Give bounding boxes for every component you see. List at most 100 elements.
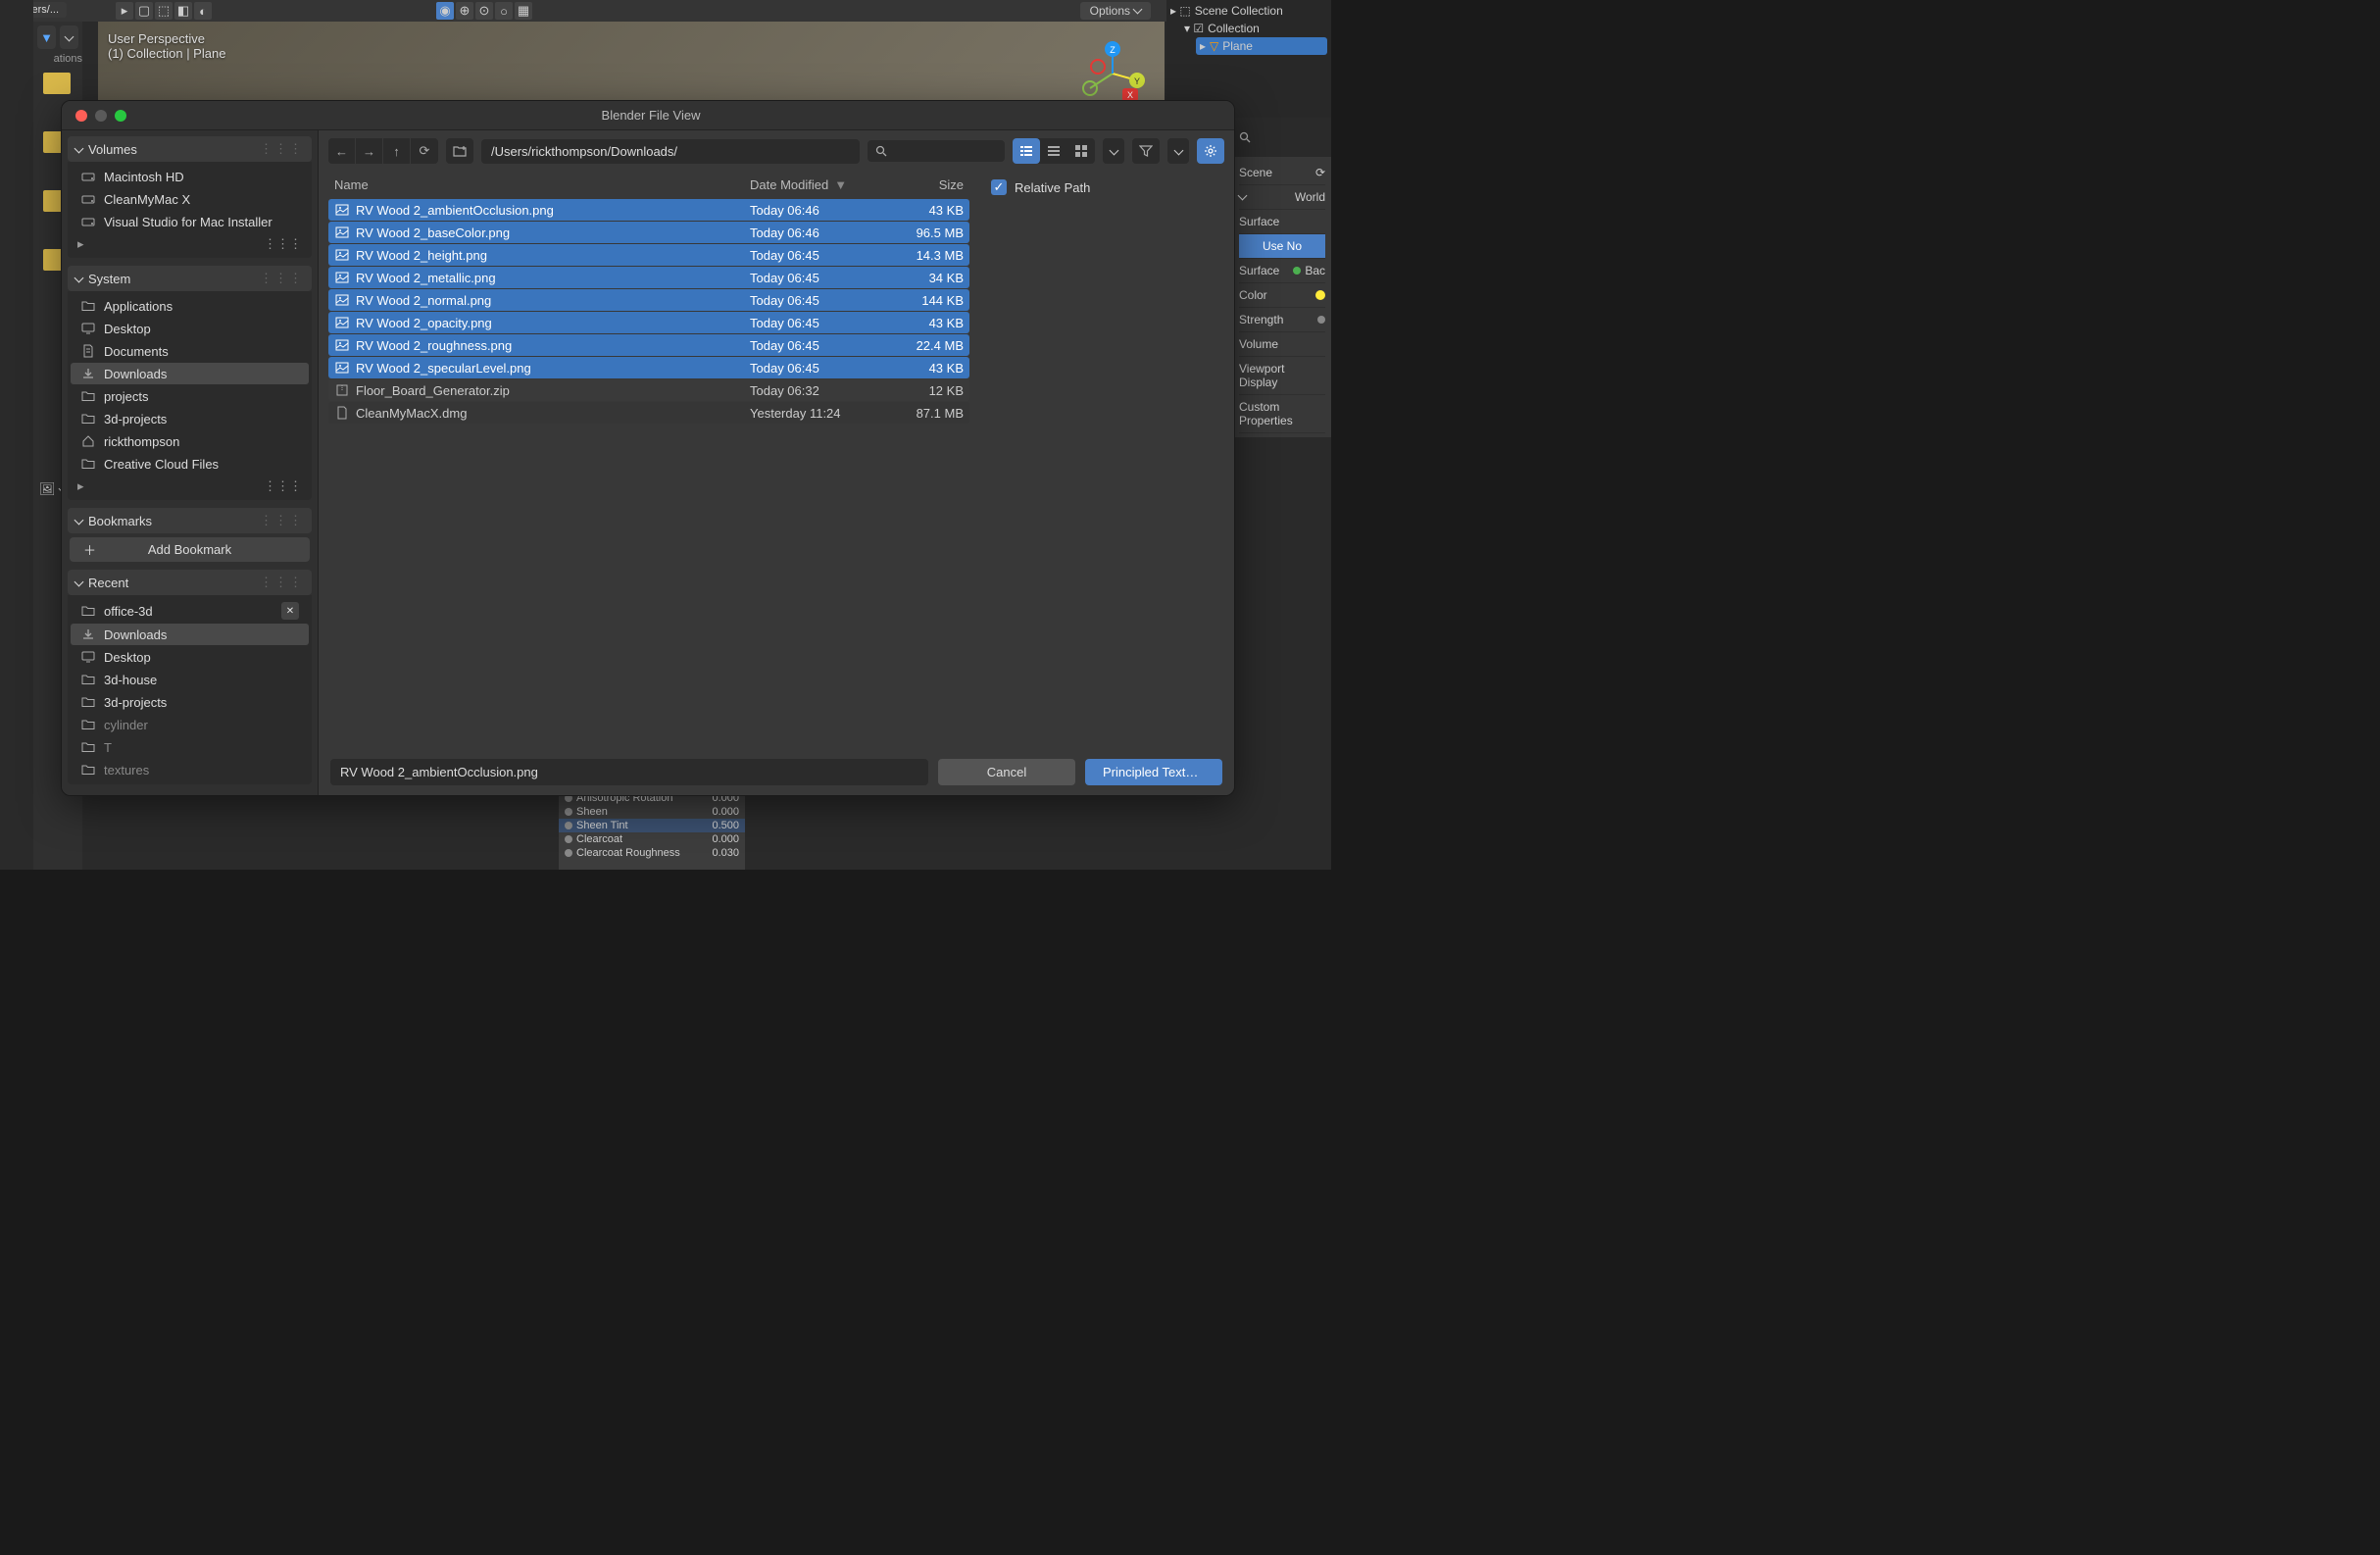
sidebar-item-desktop[interactable]: Desktop [71,318,309,339]
tool-icon[interactable]: ▦ [515,2,532,20]
file-row[interactable]: RV Wood 2_specularLevel.png Today 06:45 … [328,357,969,378]
world-row[interactable]: World [1239,185,1325,210]
select-box-icon[interactable]: ▢ [135,2,153,20]
cancel-button[interactable]: Cancel [938,759,1075,785]
expand-row[interactable]: ▸⋮⋮⋮ [68,476,312,497]
globe-icon[interactable]: ⊕ [456,2,473,20]
proportional-icon[interactable]: ○ [495,2,513,20]
file-row[interactable]: RV Wood 2_roughness.png Today 06:45 22.4… [328,334,969,356]
relative-path-checkbox[interactable]: ✓ Relative Path [991,179,1222,195]
sidebar-item-downloads[interactable]: Downloads [71,363,309,384]
new-folder-button[interactable] [446,138,473,164]
sidebar-item-desktop[interactable]: Desktop [71,646,309,668]
minimize-button[interactable] [95,110,107,122]
remove-icon[interactable]: ✕ [281,602,299,620]
sidebar-item-documents[interactable]: Documents [71,340,309,362]
sidebar-item-applications[interactable]: Applications [71,295,309,317]
sidebar-item-3d-projects[interactable]: 3d-projects [71,691,309,713]
strength-row[interactable]: Strength [1239,308,1325,332]
confirm-button[interactable]: Principled Texture Set... [1085,759,1222,785]
sidebar-item-t[interactable]: T [71,736,309,758]
file-main: ← → ↑ ⟳ /Users/rickthompson/Downloads/ [319,130,1234,795]
file-toolbar: ← → ↑ ⟳ /Users/rickthompson/Downloads/ [319,130,1234,172]
sidebar-item-visual-studio-for-mac-installer[interactable]: Visual Studio for Mac Installer [71,211,309,232]
file-row[interactable]: RV Wood 2_opacity.png Today 06:45 43 KB [328,312,969,333]
filter-button[interactable] [1132,138,1160,164]
surface-row[interactable]: SurfaceBac [1239,259,1325,283]
column-size[interactable]: Size [883,177,964,192]
settings-button[interactable] [1197,138,1224,164]
outliner-row-selected[interactable]: ▸ ▽ Plane [1196,37,1327,55]
section-header-recent[interactable]: Recent⋮⋮⋮ [68,570,312,595]
add-bookmark-button[interactable]: ＋Add Bookmark [70,537,310,562]
sidebar-item-macintosh-hd[interactable]: Macintosh HD [71,166,309,187]
sidebar-item-cleanmymac-x[interactable]: CleanMyMac X [71,188,309,210]
node-input-row[interactable]: Clearcoat0.000 [559,832,745,846]
tool-icon[interactable]: ◐ [194,2,212,20]
detail-view-button[interactable] [1040,138,1067,164]
img-icon [334,202,350,218]
sidebar-item-textures[interactable]: textures [71,759,309,780]
node-input-row[interactable]: Clearcoat Roughness0.030 [559,846,745,860]
grid-view-button[interactable] [1067,138,1095,164]
display-dropdown[interactable] [1103,138,1124,164]
use-nodes-button[interactable]: Use No [1239,234,1325,259]
chevron-down-icon[interactable] [60,25,78,49]
axis-gizmo[interactable]: Z Y X [1078,39,1147,108]
column-date[interactable]: Date Modified ▼ [750,177,883,192]
filename-input[interactable]: RV Wood 2_ambientOcclusion.png [330,759,928,785]
sidebar-item-downloads[interactable]: Downloads [71,624,309,645]
magnet-icon[interactable]: ⊙ [475,2,493,20]
sidebar-item-cylinder[interactable]: cylinder [71,714,309,735]
custom-properties-row[interactable]: Custom Properties [1239,395,1325,433]
properties-search[interactable] [1233,125,1331,149]
expand-row[interactable]: ▸⋮⋮⋮ [68,233,312,255]
section-header-volumes[interactable]: Volumes⋮⋮⋮ [68,136,312,162]
file-row[interactable]: RV Wood 2_metallic.png Today 06:45 34 KB [328,267,969,288]
volume-row[interactable]: Volume [1239,332,1325,357]
path-input[interactable]: /Users/rickthompson/Downloads/ [481,139,860,164]
list-view-button[interactable] [1013,138,1040,164]
filter-icon[interactable]: ▼ [37,25,56,49]
tool-icon[interactable]: ◧ [174,2,192,20]
surface-row[interactable]: Surface [1239,210,1325,234]
node-input-value: 0.000 [712,806,739,818]
column-name[interactable]: Name [334,177,750,192]
section-header-bookmarks[interactable]: Bookmarks⋮⋮⋮ [68,508,312,533]
tool-icon[interactable]: ⬚ [155,2,173,20]
outliner-row[interactable]: ▸ ⬚ Scene Collection [1170,2,1327,20]
back-button[interactable]: ← [328,138,356,164]
scene-row[interactable]: Scene⟳ [1239,161,1325,185]
sidebar-item-3d-projects[interactable]: 3d-projects [71,408,309,429]
search-input[interactable] [868,140,1005,162]
overlay-icon[interactable]: ◉ [436,2,454,20]
filter-dropdown[interactable] [1167,138,1189,164]
file-size: 14.3 MB [883,248,964,263]
sidebar-item-creative-cloud-files[interactable]: Creative Cloud Files [71,453,309,475]
forward-button[interactable]: → [356,138,383,164]
file-row[interactable]: RV Wood 2_height.png Today 06:45 14.3 MB [328,244,969,266]
node-input-row[interactable]: Sheen0.000 [559,805,745,819]
options-dropdown[interactable]: Options [1080,2,1151,20]
refresh-button[interactable]: ⟳ [411,138,438,164]
file-row[interactable]: Floor_Board_Generator.zip Today 06:32 12… [328,379,969,401]
file-row[interactable]: CleanMyMacX.dmg Yesterday 11:24 87.1 MB [328,402,969,424]
file-row[interactable]: RV Wood 2_ambientOcclusion.png Today 06:… [328,199,969,221]
cursor-icon[interactable]: ▸ [116,2,133,20]
yellow-tile[interactable] [43,73,71,94]
sidebar-item-rickthompson[interactable]: rickthompson [71,430,309,452]
up-button[interactable]: ↑ [383,138,411,164]
sidebar-item-office-3d[interactable]: office-3d✕ [71,599,309,623]
color-row[interactable]: Color [1239,283,1325,308]
close-button[interactable] [75,110,87,122]
file-row[interactable]: RV Wood 2_baseColor.png Today 06:46 96.5… [328,222,969,243]
sidebar-item-3d-house[interactable]: 3d-house [71,669,309,690]
zoom-button[interactable] [115,110,126,122]
viewport-display-row[interactable]: Viewport Display [1239,357,1325,395]
outliner-row[interactable]: ▾ ☑ Collection [1170,20,1327,37]
node-input-row[interactable]: Sheen Tint0.500 [559,819,745,832]
sidebar-item-projects[interactable]: projects [71,385,309,407]
folder-icon [80,694,96,710]
file-row[interactable]: RV Wood 2_normal.png Today 06:45 144 KB [328,289,969,311]
section-header-system[interactable]: System⋮⋮⋮ [68,266,312,291]
